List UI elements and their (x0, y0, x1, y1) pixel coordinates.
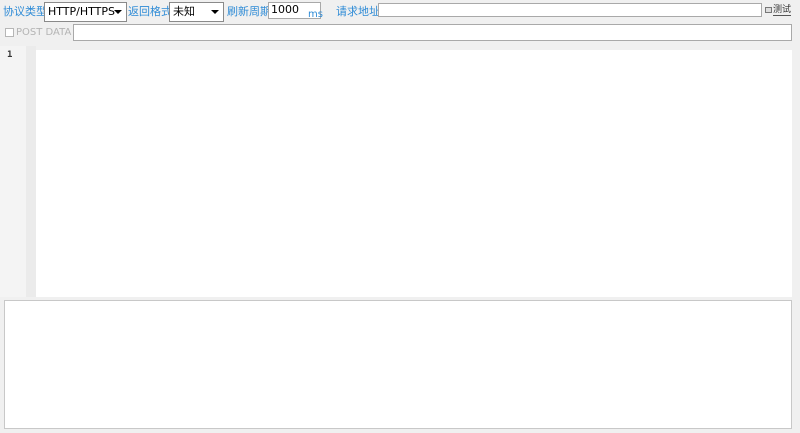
test-icon (765, 7, 772, 13)
test-button[interactable]: 测试 (765, 4, 793, 16)
chevron-down-icon (114, 10, 122, 14)
post-data-label: POST DATA (16, 27, 72, 38)
response-output-area[interactable] (4, 300, 792, 429)
line-number: 1 (7, 50, 13, 60)
fold-margin (26, 46, 36, 297)
request-url-label: 请求地址: (336, 5, 384, 18)
editor-text-area[interactable] (36, 50, 792, 297)
post-data-checkbox[interactable] (5, 28, 14, 37)
return-format-value: 未知 (173, 5, 195, 18)
refresh-unit-label: ms (308, 9, 323, 20)
return-format-select[interactable]: 未知 (169, 2, 224, 22)
protocol-type-value: HTTP/HTTPS (48, 5, 115, 18)
code-editor: 1 (0, 46, 800, 297)
toolbar: 协议类型: HTTP/HTTPS 返回格式: 未知 刷新周期: 1000 ms … (0, 0, 800, 24)
test-button-label: 测试 (773, 5, 792, 16)
chevron-down-icon (211, 10, 219, 14)
line-number-gutter: 1 (0, 46, 26, 297)
protocol-type-select[interactable]: HTTP/HTTPS (44, 2, 127, 22)
post-data-input[interactable] (73, 24, 792, 41)
request-url-input[interactable] (378, 3, 762, 17)
